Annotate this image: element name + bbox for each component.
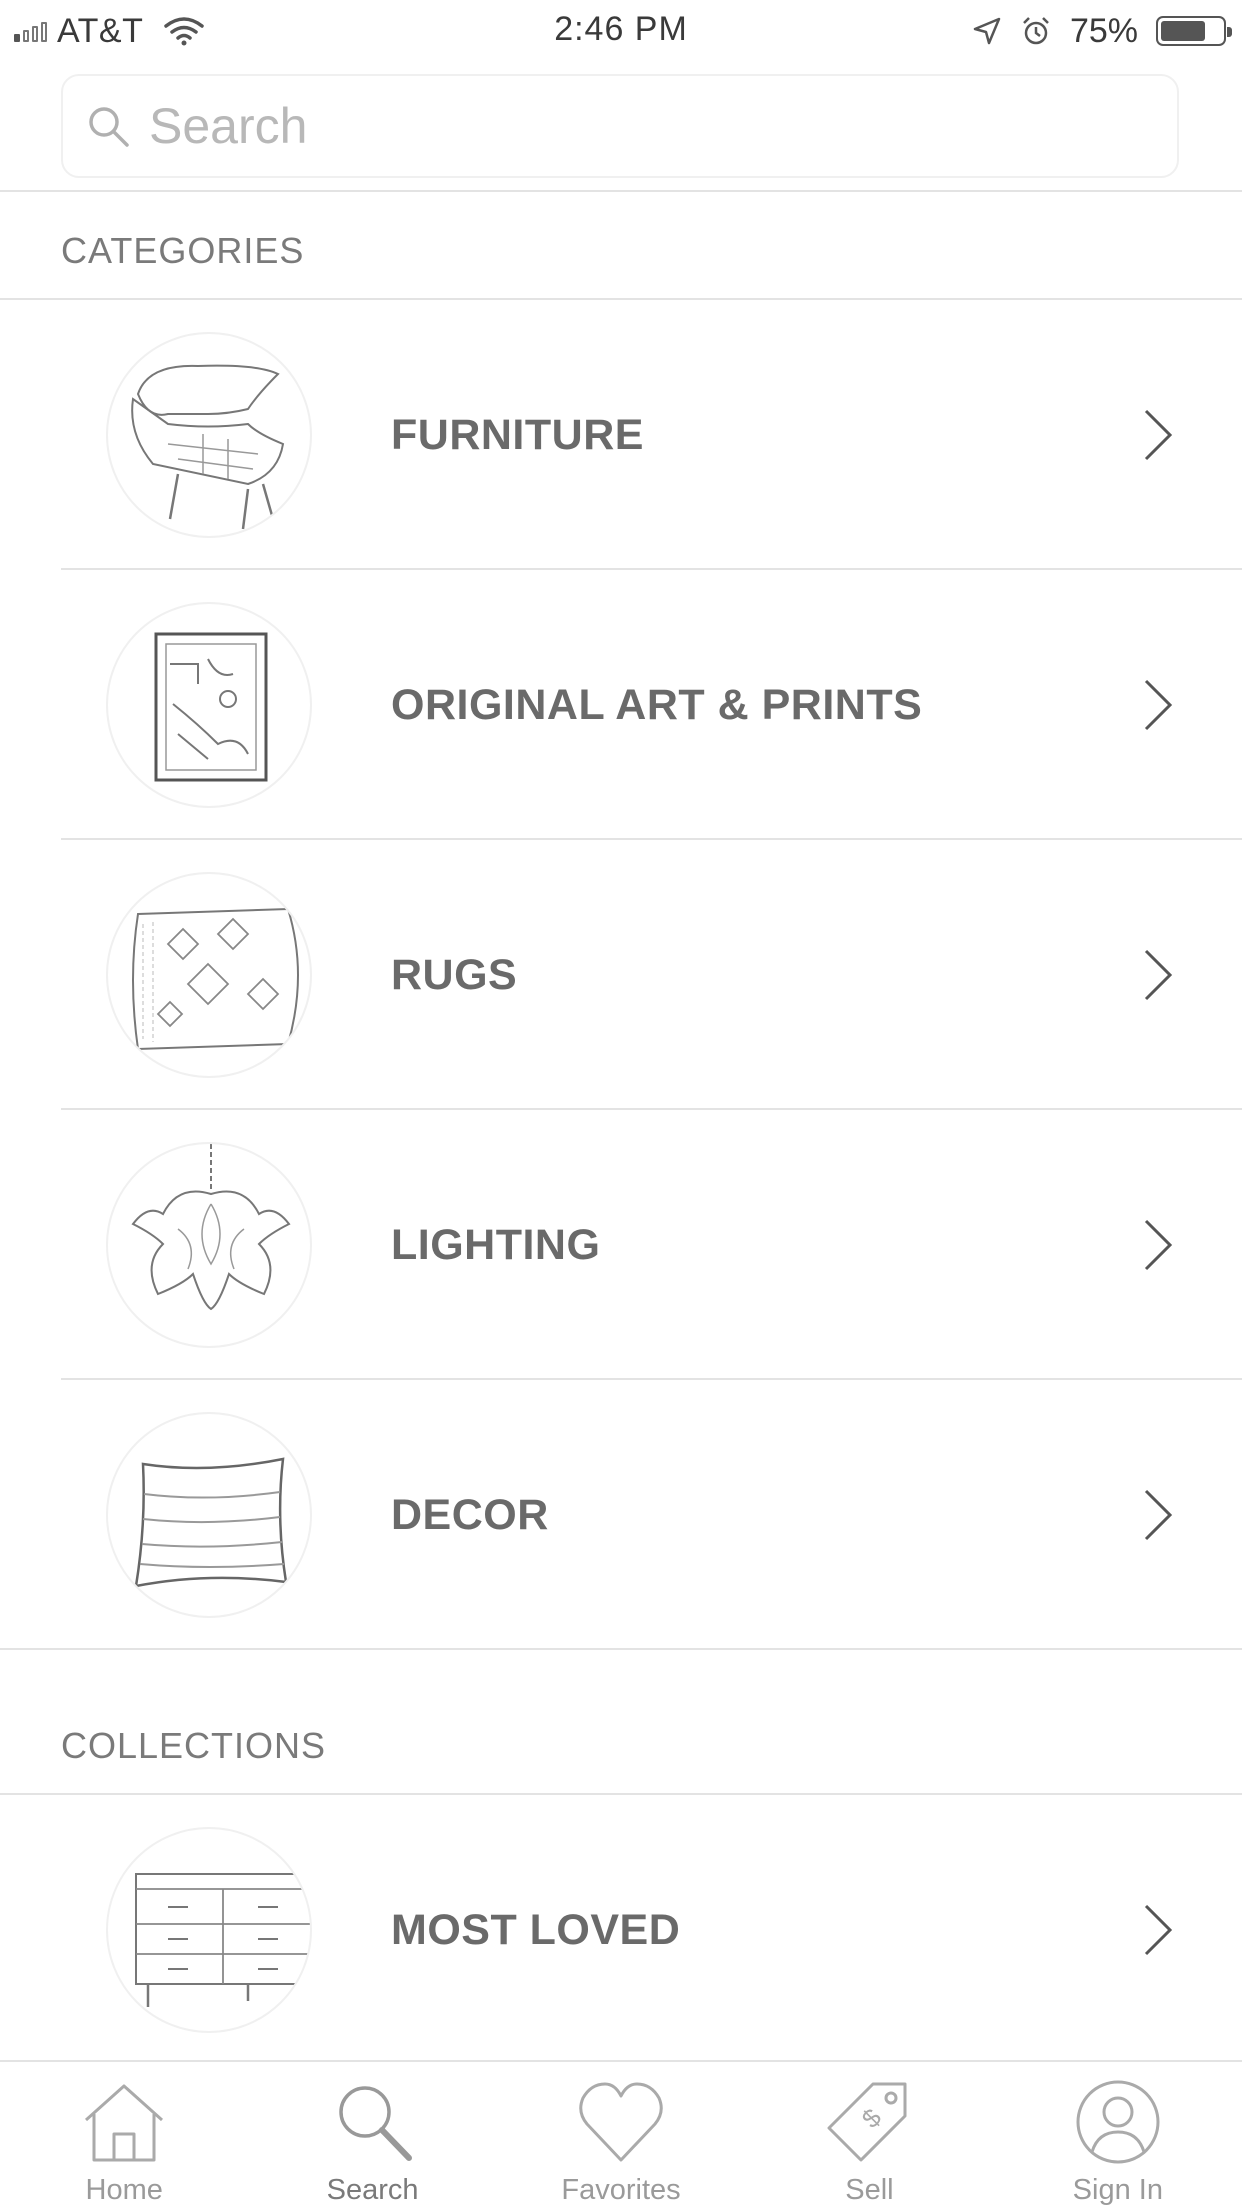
user-icon: [1076, 2080, 1160, 2164]
tab-favorites[interactable]: Favorites: [497, 2062, 745, 2208]
alarm-icon: [1023, 17, 1049, 45]
category-label: RUGS: [391, 951, 518, 999]
search-input[interactable]: [149, 97, 1049, 155]
battery-fill: [1161, 21, 1205, 41]
chevron-right-icon: [1144, 1489, 1173, 1541]
rug-image: [106, 872, 312, 1078]
tab-search[interactable]: Search: [248, 2062, 496, 2208]
tab-bar: Home Search Favorites $ Sell Sign In: [0, 2060, 1242, 2208]
chevron-right-icon: [1144, 409, 1173, 461]
category-label: DECOR: [391, 1491, 549, 1539]
dresser-image: [106, 1827, 312, 2033]
category-row-rugs[interactable]: RUGS: [0, 840, 1242, 1110]
battery-percentage: 75%: [1069, 11, 1138, 50]
search-bar-container: [0, 62, 1242, 192]
status-bar: AT&T 2:46 PM 75%: [0, 0, 1242, 62]
chevron-right-icon: [1144, 679, 1173, 731]
categories-header-label: CATEGORIES: [61, 230, 305, 271]
category-row-lighting[interactable]: LIGHTING: [0, 1110, 1242, 1380]
tab-label: Sign In: [1072, 2174, 1163, 2206]
collection-row-most-loved[interactable]: MOST LOVED: [0, 1795, 1242, 2065]
category-row-furniture[interactable]: FURNITURE: [0, 300, 1242, 570]
tab-home[interactable]: Home: [0, 2062, 248, 2208]
tab-sign-in[interactable]: Sign In: [994, 2062, 1242, 2208]
search-box[interactable]: [61, 74, 1179, 178]
tab-label: Favorites: [561, 2174, 681, 2206]
framed-print-image: [106, 602, 312, 808]
heart-icon: [579, 2082, 663, 2162]
home-icon: [85, 2084, 164, 2162]
category-label: LIGHTING: [391, 1221, 601, 1269]
tab-label: Sell: [845, 2174, 894, 2206]
battery-icon: [1156, 16, 1232, 46]
categories-header: CATEGORIES: [0, 192, 1242, 300]
tab-label: Search: [326, 2174, 419, 2206]
tab-label: Home: [85, 2174, 163, 2206]
category-row-original-art-prints[interactable]: ORIGINAL ART & PRINTS: [0, 570, 1242, 840]
pillow-image: [106, 1412, 312, 1618]
tab-sell[interactable]: $ Sell: [745, 2062, 993, 2208]
price-tag-icon: $: [827, 2082, 907, 2162]
search-icon: [338, 2086, 412, 2161]
chair-image: [106, 332, 312, 538]
chevron-right-icon: [1144, 1219, 1173, 1271]
search-icon: [89, 107, 129, 147]
collections-header-label: COLLECTIONS: [61, 1725, 327, 1766]
category-row-decor[interactable]: DECOR: [0, 1380, 1242, 1650]
chevron-right-icon: [1144, 1904, 1173, 1956]
collection-label: MOST LOVED: [391, 1906, 681, 1954]
category-label: FURNITURE: [391, 411, 644, 459]
location-arrow-icon: [973, 17, 1001, 45]
chandelier-image: [106, 1142, 312, 1348]
collections-header: COLLECTIONS: [0, 1650, 1242, 1795]
svg-text:$: $: [856, 2102, 888, 2134]
chevron-right-icon: [1144, 949, 1173, 1001]
status-right: 75%: [972, 10, 1232, 52]
category-label: ORIGINAL ART & PRINTS: [391, 681, 923, 729]
